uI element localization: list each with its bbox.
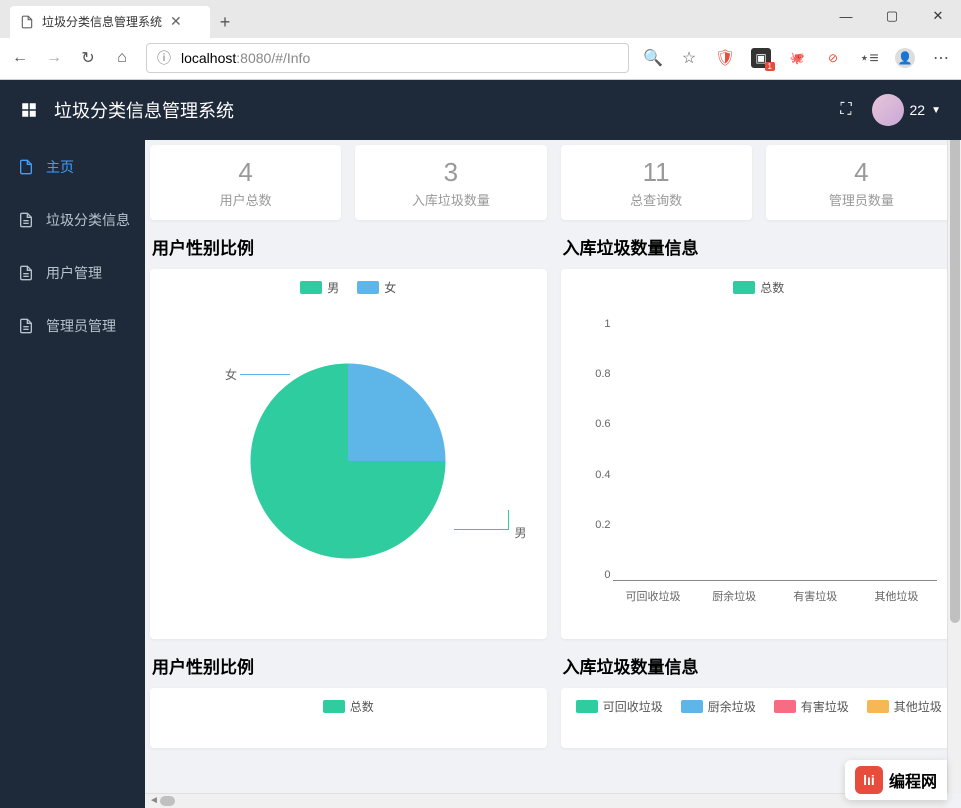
- watermark: lıi 编程网: [845, 760, 947, 800]
- refresh-button[interactable]: ↻: [78, 48, 98, 68]
- info-icon: ⓘ: [157, 48, 171, 68]
- sidebar-item-admins[interactable]: 管理员管理: [0, 299, 145, 352]
- stat-value: 3: [444, 157, 458, 188]
- stat-card-trash: 3 入库垃圾数量: [355, 145, 546, 220]
- stat-label: 入库垃圾数量: [412, 190, 490, 209]
- address-bar: ← → ↻ ⌂ ⓘ localhost:8080/#/Info 🔍 ☆ 🛡 ▣1…: [0, 38, 961, 79]
- legend-total[interactable]: 总数: [323, 698, 374, 715]
- forward-button[interactable]: →: [44, 49, 64, 67]
- sidebar-item-home[interactable]: 主页: [0, 140, 145, 193]
- chart-title-gender: 用户性别比例: [150, 234, 547, 259]
- chart-title-gender-2: 用户性别比例: [150, 653, 547, 678]
- back-button[interactable]: ←: [10, 49, 30, 67]
- sidebar-item-label: 用户管理: [46, 263, 102, 283]
- stat-label: 管理员数量: [829, 190, 894, 209]
- legend-kitchen[interactable]: 厨余垃圾: [681, 698, 756, 715]
- stat-card-queries: 11 总查询数: [561, 145, 752, 220]
- extension-icon-2[interactable]: ▣1: [751, 48, 771, 68]
- stat-row: 4 用户总数 3 入库垃圾数量 11 总查询数 4 管理员数量: [150, 145, 961, 234]
- sidebar: 主页 垃圾分类信息 用户管理 管理员管理: [0, 80, 145, 808]
- tab-close-icon[interactable]: ✕: [170, 13, 182, 30]
- chart-title-trash: 入库垃圾数量信息: [561, 234, 958, 259]
- stat-label: 用户总数: [220, 190, 272, 209]
- main-content: 4 用户总数 3 入库垃圾数量 11 总查询数 4 管理员数量 用: [145, 80, 961, 808]
- extension-icon-3[interactable]: 🐙: [787, 48, 807, 68]
- tab-title: 垃圾分类信息管理系统: [42, 13, 162, 30]
- pie-label-male: 男: [514, 524, 526, 541]
- bar-chart-card: 总数 10.80.60.40.20: [561, 269, 958, 639]
- document-icon: [18, 265, 34, 281]
- pie-chart-card: 男 女 女 男: [150, 269, 547, 639]
- bar-yaxis: 10.80.60.40.20: [583, 318, 611, 581]
- legend-other[interactable]: 其他垃圾: [867, 698, 942, 715]
- minimize-button[interactable]: —: [823, 0, 869, 32]
- page-icon: [20, 15, 34, 29]
- tab-strip: 垃圾分类信息管理系统 ✕ + — ▢ ✕: [0, 0, 961, 38]
- stat-card-admins: 4 管理员数量: [766, 145, 957, 220]
- legend-recyclable[interactable]: 可回收垃圾: [576, 698, 663, 715]
- window-controls: — ▢ ✕: [823, 0, 961, 32]
- favorite-icon[interactable]: ☆: [679, 48, 699, 68]
- legend-total[interactable]: 总数: [733, 279, 784, 296]
- ublock-icon[interactable]: 🛡: [715, 48, 735, 68]
- user-menu[interactable]: 22 ▼: [872, 94, 941, 126]
- stat-value: 11: [643, 157, 670, 188]
- chart-card-4: 可回收垃圾 厨余垃圾 有害垃圾 其他垃圾: [561, 688, 958, 748]
- url-text: localhost:8080/#/Info: [181, 50, 310, 66]
- search-icon[interactable]: 🔍: [643, 48, 663, 68]
- watermark-logo-icon: lıi: [855, 766, 883, 794]
- pie-label-female: 女: [225, 366, 237, 383]
- stat-card-users: 4 用户总数: [150, 145, 341, 220]
- browser-tab[interactable]: 垃圾分类信息管理系统 ✕: [10, 6, 210, 38]
- extension-icons: 🔍 ☆ 🛡 ▣1 🐙 ⊘ ⋆≡ 👤 ⋯: [643, 48, 951, 68]
- stat-value: 4: [854, 157, 868, 188]
- chart-title-trash-2: 入库垃圾数量信息: [561, 653, 958, 678]
- sidebar-item-label: 管理员管理: [46, 316, 116, 336]
- legend-male[interactable]: 男: [300, 279, 339, 296]
- vertical-scrollbar[interactable]: [947, 80, 961, 793]
- home-button[interactable]: ⌂: [112, 49, 132, 67]
- url-input[interactable]: ⓘ localhost:8080/#/Info: [146, 43, 629, 73]
- bar-area: [613, 326, 938, 581]
- pie-chart: [251, 364, 446, 559]
- close-window-button[interactable]: ✕: [915, 0, 961, 32]
- sidebar-item-trash-info[interactable]: 垃圾分类信息: [0, 193, 145, 246]
- horizontal-scrollbar[interactable]: ◄: [145, 793, 947, 808]
- user-label: 22: [910, 102, 926, 118]
- avatar: [872, 94, 904, 126]
- watermark-text: 编程网: [889, 768, 937, 792]
- document-icon: [18, 212, 34, 228]
- profile-icon[interactable]: 👤: [895, 48, 915, 68]
- stat-value: 4: [238, 157, 252, 188]
- app-title: 垃圾分类信息管理系统: [54, 97, 840, 123]
- menu-icon[interactable]: ⋯: [931, 48, 951, 68]
- maximize-button[interactable]: ▢: [869, 0, 915, 32]
- app-header: 垃圾分类信息管理系统 ⛶ 22 ▼: [0, 80, 961, 140]
- sidebar-item-users[interactable]: 用户管理: [0, 246, 145, 299]
- app-menu-icon[interactable]: [20, 101, 38, 119]
- stat-label: 总查询数: [630, 190, 682, 209]
- document-icon: [18, 159, 34, 175]
- browser-chrome: 垃圾分类信息管理系统 ✕ + — ▢ ✕ ← → ↻ ⌂ ⓘ localhost…: [0, 0, 961, 80]
- extension-icon-4[interactable]: ⊘: [823, 48, 843, 68]
- bar-xaxis: 可回收垃圾 厨余垃圾 有害垃圾 其他垃圾: [613, 588, 938, 604]
- new-tab-button[interactable]: +: [210, 8, 240, 38]
- chevron-down-icon: ▼: [931, 105, 941, 116]
- sidebar-item-label: 主页: [46, 157, 74, 177]
- document-icon: [18, 318, 34, 334]
- legend-hazardous[interactable]: 有害垃圾: [774, 698, 849, 715]
- sidebar-item-label: 垃圾分类信息: [46, 210, 130, 230]
- chart-card-3: 总数: [150, 688, 547, 748]
- legend-female[interactable]: 女: [357, 279, 396, 296]
- favorites-icon[interactable]: ⋆≡: [859, 48, 879, 68]
- fullscreen-icon[interactable]: ⛶: [840, 101, 851, 119]
